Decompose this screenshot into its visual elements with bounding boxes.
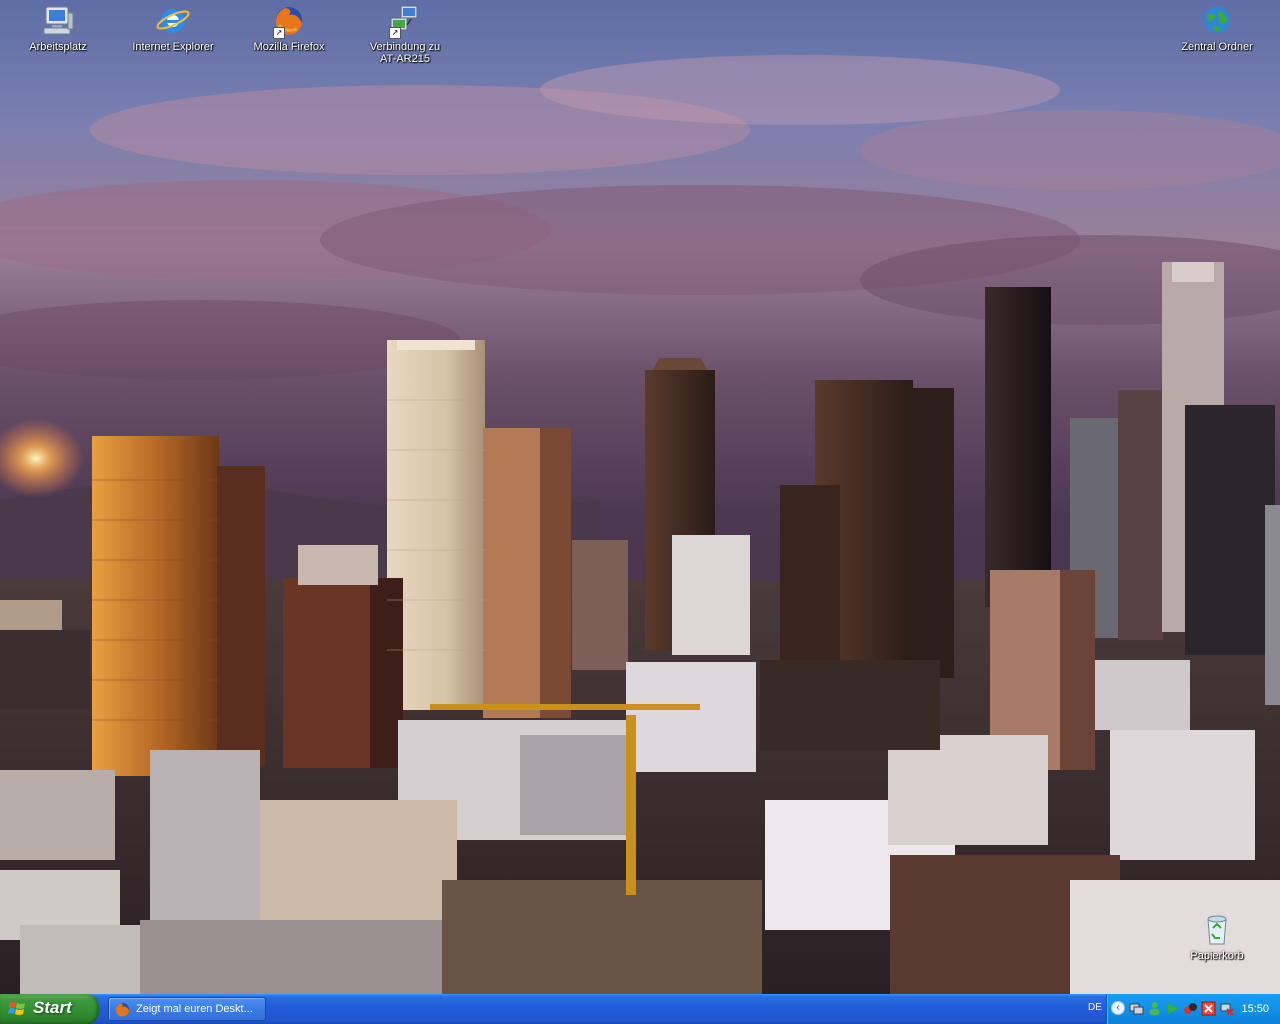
icon-label: Papierkorb	[1190, 950, 1244, 962]
icon-label: Verbindung zu AT-AR215	[369, 41, 441, 65]
icon-label: Zentral Ordner	[1181, 41, 1253, 53]
desktop-wallpaper	[0, 0, 1280, 994]
my-computer-icon	[40, 3, 76, 39]
clock[interactable]: 15:50	[1241, 1003, 1269, 1015]
windows-logo-icon	[8, 1000, 26, 1018]
taskbar-window-title: Zeigt mal euren Deskt...	[136, 1003, 253, 1015]
icon-label: Arbeitsplatz	[29, 41, 87, 53]
globe-network-icon	[1199, 3, 1235, 39]
taskbar-window-button[interactable]: Zeigt mal euren Deskt...	[108, 997, 266, 1021]
play-tray-icon[interactable]	[1165, 1001, 1180, 1016]
show-hidden-icons-chevron-icon[interactable]: ‹	[1111, 1001, 1125, 1015]
devices-tray-icon[interactable]	[1183, 1001, 1198, 1016]
shortcut-arrow-icon: ↗	[273, 27, 285, 39]
desktop-icon-verbindung[interactable]: ↗ Verbindung zu AT-AR215	[355, 3, 455, 65]
network-tray-icon[interactable]	[1129, 1001, 1144, 1016]
desktop-icon-mozilla-firefox[interactable]: ↗ Mozilla Firefox	[239, 3, 339, 53]
firefox-icon	[115, 1002, 130, 1017]
icon-label: Internet Explorer	[132, 41, 214, 53]
security-alert-tray-icon[interactable]	[1201, 1001, 1216, 1016]
start-label: Start	[33, 998, 72, 1017]
desktop-icon-arbeitsplatz[interactable]: Arbeitsplatz	[8, 3, 108, 53]
messenger-tray-icon[interactable]	[1147, 1001, 1162, 1016]
desktop-icon-internet-explorer[interactable]: Internet Explorer	[123, 3, 223, 53]
internet-explorer-icon	[155, 3, 191, 39]
language-indicator[interactable]: DE	[1088, 1002, 1102, 1013]
shortcut-arrow-icon: ↗	[389, 27, 401, 39]
desktop-icon-zentral-ordner[interactable]: Zentral Ordner	[1167, 3, 1267, 53]
network-disconnected-tray-icon[interactable]	[1219, 1001, 1234, 1016]
network-connection-icon: ↗	[387, 3, 423, 39]
start-button[interactable]: Start	[0, 994, 99, 1024]
recycle-bin-icon	[1199, 912, 1235, 948]
firefox-icon: ↗	[271, 3, 307, 39]
taskbar: Start Zeigt mal euren Deskt... DE ‹ 15:5…	[0, 994, 1280, 1024]
desktop-icon-papierkorb[interactable]: Papierkorb	[1167, 912, 1267, 962]
system-tray: ‹ 15:50	[1106, 994, 1280, 1024]
icon-label: Mozilla Firefox	[253, 41, 325, 53]
